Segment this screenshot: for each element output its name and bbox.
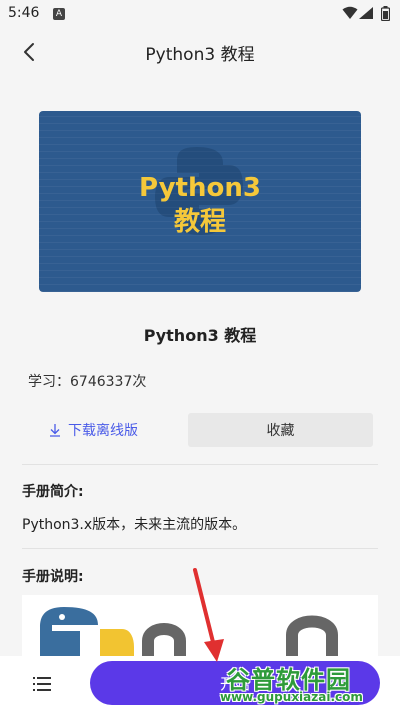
favorite-label: 收藏 [266, 423, 295, 439]
intro-heading: 手册简介: [22, 484, 84, 500]
divider [22, 548, 378, 549]
download-offline-button[interactable]: 下载离线版 [48, 413, 138, 447]
learn-count: 学习：6746337次 [28, 374, 147, 390]
banner-line-1: Python3 [139, 173, 261, 203]
annotation-arrow-icon [193, 568, 224, 662]
banner-line-2: 教程 [173, 207, 226, 237]
download-label: 下载离线版 [68, 423, 138, 439]
watermark-url: www.gupuxiazai.com [220, 690, 363, 704]
notification-icon: A [53, 8, 65, 20]
notes-heading: 手册说明: [22, 569, 84, 585]
status-bar: 5:46 A [0, 0, 400, 28]
watermark: 谷普软件园 www.gupuxiazai.com [218, 660, 396, 706]
course-title: Python3 教程 [143, 326, 257, 345]
signal-icon [359, 7, 373, 19]
favorite-button[interactable]: 收藏 [188, 413, 373, 447]
intro-text: Python3.x版本，未来主流的版本。 [22, 517, 247, 533]
battery-icon [381, 6, 390, 21]
list-icon[interactable] [28, 670, 56, 698]
app-header: Python3 教程 [0, 28, 400, 76]
banner-title: Python3 教程 [39, 171, 361, 239]
wifi-icon [342, 6, 358, 19]
download-icon [50, 424, 60, 437]
status-time: 5:46 [8, 5, 40, 21]
page-title: Python3 教程 [145, 45, 255, 65]
course-banner: Python3 教程 [39, 111, 361, 292]
divider [22, 464, 378, 465]
